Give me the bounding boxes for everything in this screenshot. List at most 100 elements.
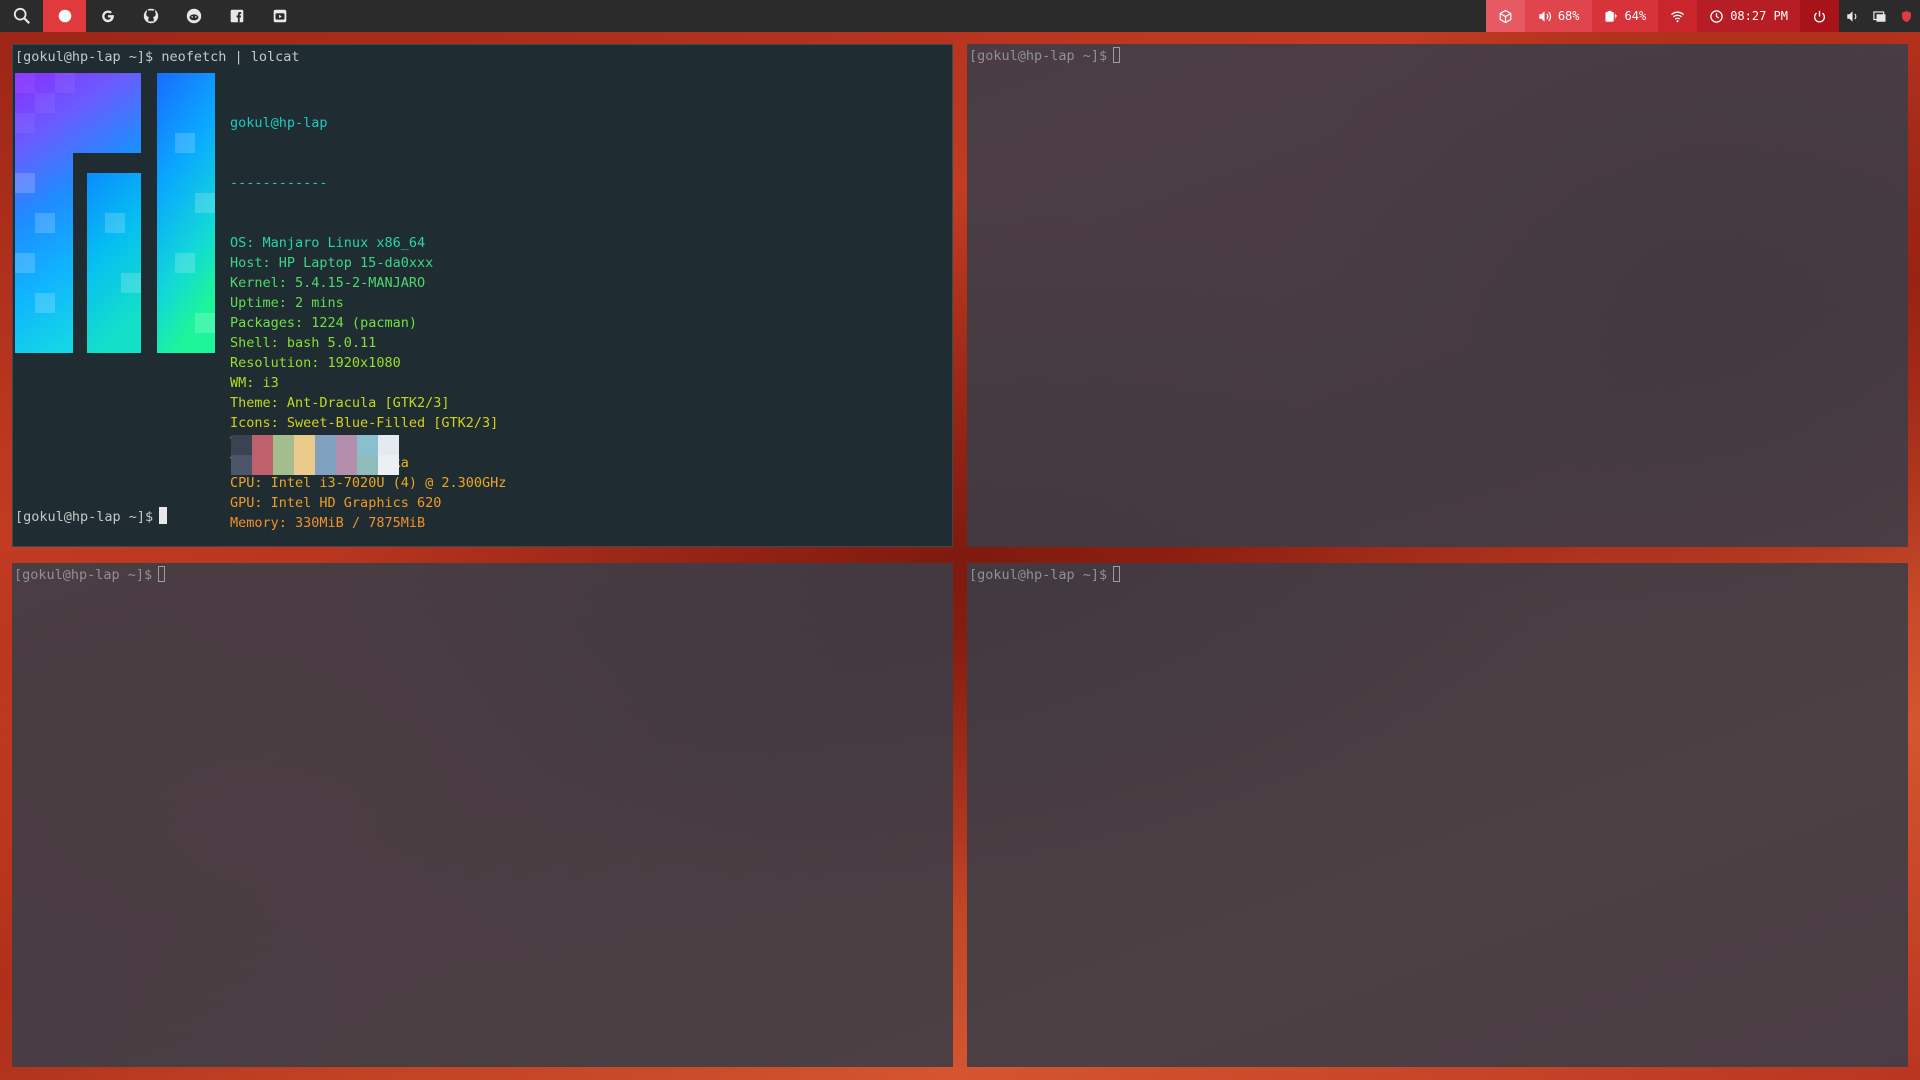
palette-swatch bbox=[378, 435, 399, 455]
palette-swatch bbox=[315, 455, 336, 475]
info-key: Host bbox=[230, 255, 263, 271]
terminal-top-left[interactable]: [gokul@hp-lap ~]$ neofetch | lolcat goku… bbox=[12, 44, 953, 547]
palette-swatch bbox=[252, 435, 273, 455]
clock-icon bbox=[1710, 9, 1723, 23]
volume-module[interactable]: 68% bbox=[1524, 0, 1592, 32]
palette-swatch bbox=[273, 435, 294, 455]
shell-prompt: [gokul@hp-lap ~]$ bbox=[969, 567, 1108, 583]
facebook-icon bbox=[230, 9, 243, 23]
info-row: Icons: Sweet-Blue-Filled [GTK2/3] bbox=[230, 415, 499, 431]
shield-icon bbox=[1902, 10, 1911, 22]
top-bar: 68% 64% 08:27 PM bbox=[0, 0, 1920, 32]
palette-row-top bbox=[231, 435, 399, 455]
info-row: OS: Manjaro Linux x86_64 bbox=[230, 235, 426, 251]
package-updates-module[interactable] bbox=[1485, 0, 1525, 32]
youtube-icon bbox=[273, 9, 286, 23]
prompt-line: [gokul@hp-lap ~]$ bbox=[969, 46, 1121, 66]
info-key: GPU bbox=[230, 495, 255, 511]
info-value: 2 mins bbox=[295, 295, 344, 311]
battery-module[interactable]: 64% bbox=[1591, 0, 1659, 32]
volume-icon bbox=[1539, 10, 1551, 22]
terminal-bottom-left[interactable]: [gokul@hp-lap ~]$ bbox=[12, 563, 953, 1067]
info-row: Uptime: 2 mins bbox=[230, 295, 344, 311]
palette-swatch bbox=[252, 455, 273, 475]
palette-swatch bbox=[357, 455, 378, 475]
clock-module[interactable]: 08:27 PM bbox=[1697, 0, 1800, 32]
info-key: OS bbox=[230, 235, 247, 251]
record-launcher[interactable] bbox=[43, 0, 86, 32]
launcher-group bbox=[0, 0, 301, 32]
palette-swatch bbox=[336, 455, 357, 475]
power-module[interactable] bbox=[1800, 0, 1839, 32]
info-row: Theme: Ant-Dracula [GTK2/3] bbox=[230, 395, 450, 411]
shell-prompt: [gokul@hp-lap ~]$ bbox=[15, 49, 154, 65]
info-value: Manjaro Linux x86_64 bbox=[262, 235, 426, 251]
info-user-host: gokul@hp-lap bbox=[230, 115, 328, 131]
info-row: Memory: 330MiB / 7875MiB bbox=[230, 515, 426, 531]
info-key: Uptime bbox=[230, 295, 279, 311]
clock-time: 08:27 PM bbox=[1730, 9, 1788, 23]
manjaro-logo bbox=[15, 73, 215, 353]
info-value: HP Laptop 15-da0xxx bbox=[278, 255, 434, 271]
info-key: CPU bbox=[230, 475, 255, 491]
palette-swatch bbox=[357, 435, 378, 455]
battery-charging-icon bbox=[1605, 10, 1617, 22]
info-value: Ant-Dracula [GTK2/3] bbox=[286, 395, 450, 411]
info-key: Kernel bbox=[230, 275, 279, 291]
info-key: Memory bbox=[230, 515, 279, 531]
prompt-line: [gokul@hp-lap ~]$ bbox=[14, 565, 166, 585]
shell-prompt-final: [gokul@hp-lap ~]$ bbox=[15, 509, 154, 525]
info-separator: ------------ bbox=[230, 175, 328, 191]
text-cursor bbox=[1113, 47, 1121, 63]
text-cursor bbox=[158, 566, 166, 582]
github-launcher[interactable] bbox=[129, 0, 172, 32]
youtube-launcher[interactable] bbox=[258, 0, 301, 32]
github-icon bbox=[143, 8, 158, 24]
info-row: Resolution: 1920x1080 bbox=[230, 355, 401, 371]
palette-row-bottom bbox=[231, 455, 399, 475]
search-launcher[interactable] bbox=[0, 0, 43, 32]
info-row: Host: HP Laptop 15-da0xxx bbox=[230, 255, 434, 271]
reddit-launcher[interactable] bbox=[172, 0, 215, 32]
info-value: 1920x1080 bbox=[327, 355, 401, 371]
info-value: 5.4.15-2-MANJARO bbox=[295, 275, 426, 291]
palette-swatch bbox=[294, 455, 315, 475]
palette-swatch bbox=[378, 455, 399, 475]
palette-swatch bbox=[273, 455, 294, 475]
reddit-icon bbox=[186, 8, 201, 24]
info-row: CPU: Intel i3-7020U (4) @ 2.300GHz bbox=[230, 475, 507, 491]
tray-shield[interactable] bbox=[1893, 0, 1920, 32]
final-prompt-line: [gokul@hp-lap ~]$ bbox=[15, 507, 168, 527]
shell-prompt: [gokul@hp-lap ~]$ bbox=[14, 567, 153, 583]
palette-swatch bbox=[231, 435, 252, 455]
power-icon bbox=[1814, 10, 1825, 23]
info-key: Resolution bbox=[230, 355, 312, 371]
facebook-launcher[interactable] bbox=[215, 0, 258, 32]
tray-display[interactable] bbox=[1866, 0, 1893, 32]
display-icon bbox=[1873, 10, 1886, 22]
info-value: i3 bbox=[262, 375, 279, 391]
color-palette bbox=[231, 435, 399, 475]
text-cursor bbox=[159, 507, 168, 524]
terminal-bottom-right[interactable]: [gokul@hp-lap ~]$ bbox=[967, 563, 1908, 1067]
prompt-line: [gokul@hp-lap ~]$ bbox=[969, 565, 1121, 585]
palette-swatch bbox=[231, 455, 252, 475]
google-launcher[interactable] bbox=[86, 0, 129, 32]
info-row: GPU: Intel HD Graphics 620 bbox=[230, 495, 442, 511]
record-icon bbox=[58, 9, 71, 23]
info-list: OS: Manjaro Linux x86_64 Host: HP Laptop … bbox=[230, 233, 506, 533]
status-modules: 68% 64% 08:27 PM bbox=[1485, 0, 1920, 32]
terminal-top-right[interactable]: [gokul@hp-lap ~]$ bbox=[967, 44, 1908, 547]
info-value: 1224 (pacman) bbox=[311, 315, 417, 331]
info-key: Icons bbox=[230, 415, 271, 431]
volume-level: 68% bbox=[1557, 9, 1580, 23]
info-value: Intel HD Graphics 620 bbox=[270, 495, 442, 511]
battery-level: 64% bbox=[1624, 9, 1647, 23]
tray-volume[interactable] bbox=[1839, 0, 1866, 32]
info-key: Packages bbox=[230, 315, 296, 331]
info-row: WM: i3 bbox=[230, 375, 279, 391]
shell-prompt: [gokul@hp-lap ~]$ bbox=[969, 48, 1108, 64]
info-key: Theme bbox=[230, 395, 271, 411]
system-info: gokul@hp-lap ------------ OS: Manjaro Li… bbox=[230, 73, 506, 546]
network-module[interactable] bbox=[1658, 0, 1698, 32]
